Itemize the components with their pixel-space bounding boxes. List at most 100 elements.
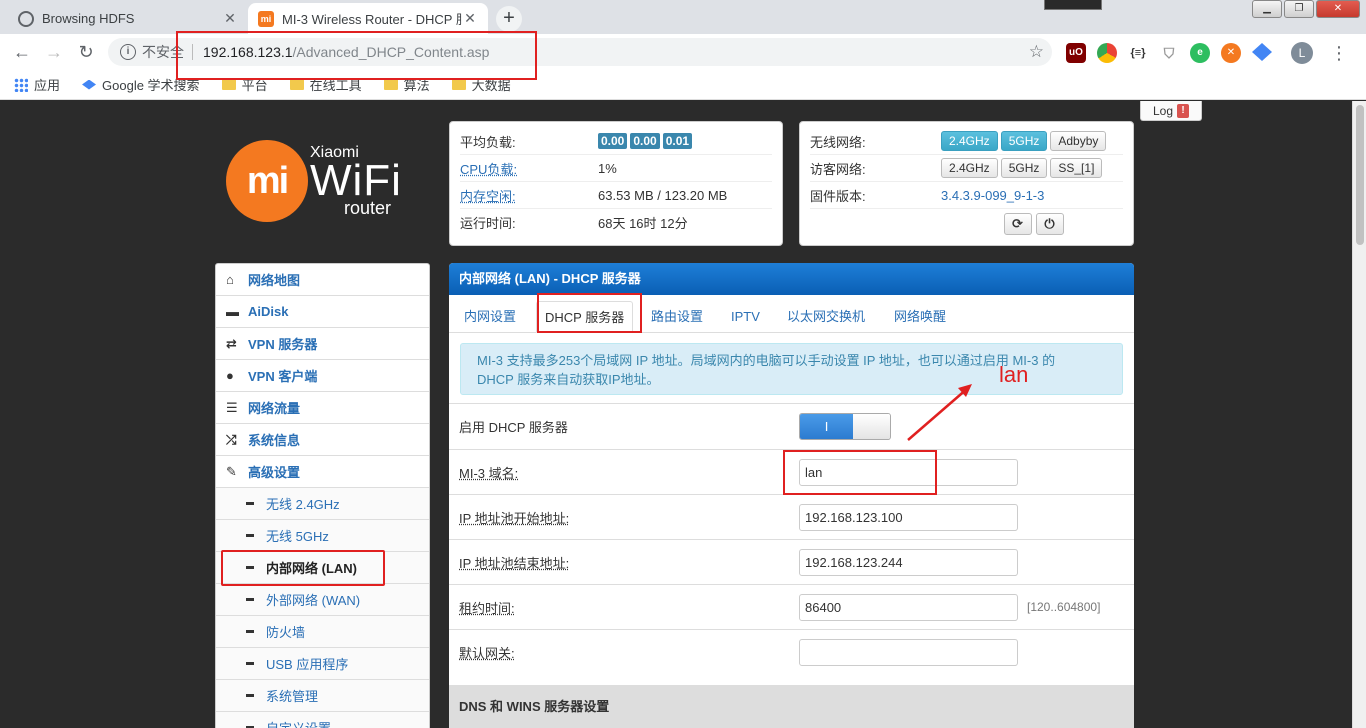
sidebar-item-label: VPN 服务器	[248, 337, 318, 352]
guest-5-button[interactable]: 5GHz	[1000, 158, 1048, 178]
back-icon[interactable]: ←	[10, 40, 34, 64]
pool-end-label-text: IP 地址池结束地址:	[459, 555, 570, 571]
page-scrollbar[interactable]	[1352, 101, 1366, 728]
firmware-row: 固件版本: 3.4.3.9-099_9-1-3	[810, 182, 1123, 209]
load-row: 平均负载: 0.00 0.00 0.01	[460, 128, 772, 155]
dns-wins-section-header: DNS 和 WINS 服务器设置	[449, 685, 1134, 728]
sidebar-item-label: VPN 客户端	[248, 369, 318, 384]
wrench-icon: ✎	[226, 463, 237, 479]
sidebar-item-label: 网络流量	[248, 401, 301, 416]
tab-lan-settings[interactable]: 内网设置	[460, 301, 520, 333]
sidebar-item-vpn-server[interactable]: ⇄ VPN 服务器	[216, 328, 429, 360]
sidebar-item-network-map[interactable]: ⌂ 网络地图	[216, 264, 429, 296]
info-icon[interactable]: i	[120, 44, 136, 60]
sidebar-item-advanced[interactable]: ✎ 高级设置	[216, 456, 429, 488]
tab-routing[interactable]: 路由设置	[647, 301, 707, 333]
logo-subtitle: router	[344, 198, 392, 218]
enable-dhcp-toggle[interactable]: I	[799, 412, 891, 440]
guest-24-button[interactable]: 2.4GHz	[941, 158, 998, 178]
extension-icons: uO {≡} ⛉ e ✕ L ⋮	[1066, 42, 1348, 64]
avatar[interactable]: L	[1291, 42, 1313, 64]
sidebar-sub-wifi24[interactable]: 无线 2.4GHz	[216, 488, 429, 520]
dash-icon	[246, 630, 254, 633]
sidebar-item-label: 系统信息	[248, 433, 301, 448]
sidebar-sub-wan[interactable]: 外部网络 (WAN)	[216, 584, 429, 616]
window-controls: ▁ ❐ ✕	[1252, 0, 1360, 18]
sidebar-item-system-info[interactable]: ⤮ 系统信息	[216, 424, 429, 456]
ss-button[interactable]: SS_[1]	[1050, 158, 1103, 178]
log-button[interactable]: Log !	[1140, 101, 1202, 121]
sidebar-item-label: 网络地图	[248, 273, 301, 288]
minimize-icon[interactable]: ▁	[1252, 0, 1282, 18]
sidebar-item-label: AiDisk	[248, 304, 289, 319]
maximize-icon[interactable]: ❐	[1284, 0, 1314, 18]
forward-icon[interactable]: →	[42, 40, 66, 64]
scrollbar-thumb[interactable]	[1356, 105, 1364, 245]
adbyby-button[interactable]: Adbyby	[1050, 131, 1107, 151]
pool-start-row: IP 地址池开始地址:	[449, 494, 1134, 539]
pool-end-label: IP 地址池结束地址:	[449, 553, 799, 572]
close-tab-icon[interactable]: ✕	[222, 10, 238, 27]
tab-wake-on-lan[interactable]: 网络唤醒	[890, 301, 950, 333]
json-icon[interactable]: {≡}	[1128, 43, 1148, 63]
annotation-arrow-icon	[907, 384, 972, 441]
pool-end-input[interactable]	[799, 548, 1018, 576]
gateway-input[interactable]	[799, 638, 1018, 666]
bookmark-apps[interactable]: 应用	[14, 75, 60, 94]
random-icon: ⤮	[226, 431, 237, 447]
chrome-ext-icon[interactable]	[1097, 43, 1117, 63]
sidebar-item-traffic[interactable]: ☰ 网络流量	[216, 392, 429, 424]
sidebar-sub-firewall[interactable]: 防火墙	[216, 616, 429, 648]
memory-link[interactable]: 内存空闲:	[460, 186, 598, 205]
orange-ext-icon[interactable]: ✕	[1221, 43, 1241, 63]
memory-value: 63.53 MB / 123.20 MB	[598, 187, 728, 203]
mi-favicon-icon: mi	[258, 10, 274, 27]
sidebar-item-vpn-client[interactable]: ● VPN 客户端	[216, 360, 429, 392]
dash-icon	[246, 598, 254, 601]
sidebar-sub-custom[interactable]: 自定义设置	[216, 712, 429, 728]
retweet-icon: ⇄	[226, 335, 237, 351]
menu-kebab-icon[interactable]: ⋮	[1330, 43, 1348, 64]
mi-logo-mark: mi	[226, 140, 308, 222]
tab-router[interactable]: mi MI-3 Wireless Router - DHCP 服 ✕	[248, 3, 488, 34]
gateway-label: 默认网关:	[449, 643, 799, 662]
wifi-24-button[interactable]: 2.4GHz	[941, 131, 998, 151]
annotation-label: lan	[999, 362, 1029, 387]
cpu-value: 1%	[598, 160, 617, 176]
shield-icon[interactable]: ⛉	[1159, 43, 1179, 63]
tab-ethernet-switch[interactable]: 以太网交换机	[783, 301, 869, 333]
sidebar-item-aidisk[interactable]: ▬ AiDisk	[216, 296, 429, 328]
domain-label-text: MI-3 域名:	[459, 465, 519, 481]
wifi-5-button[interactable]: 5GHz	[1000, 131, 1048, 151]
lease-input[interactable]	[799, 593, 1018, 621]
folder-icon	[383, 79, 398, 90]
gateway-label-text: 默认网关:	[459, 645, 515, 661]
pool-end-row: IP 地址池结束地址:	[449, 539, 1134, 584]
tab-title: MI-3 Wireless Router - DHCP 服	[282, 12, 462, 27]
guest-row: 访客网络: 2.4GHz 5GHz SS_[1]	[810, 155, 1123, 182]
bookmark-star-icon[interactable]: ☆	[1029, 42, 1044, 62]
uptime-row: 运行时间: 68天 16时 12分	[460, 209, 772, 236]
scholar-ext-icon[interactable]	[1252, 43, 1272, 61]
tab-iptv[interactable]: IPTV	[727, 301, 764, 333]
lease-label-text: 租约时间:	[459, 600, 515, 616]
sidebar-sub-admin[interactable]: 系统管理	[216, 680, 429, 712]
pool-start-input[interactable]	[799, 503, 1018, 531]
sidebar-sub-wifi5[interactable]: 无线 5GHz	[216, 520, 429, 552]
reload-icon[interactable]: ↻	[74, 40, 98, 64]
tab-browsing-hdfs[interactable]: Browsing HDFS ✕	[8, 3, 248, 34]
close-window-icon[interactable]: ✕	[1316, 0, 1360, 18]
evernote-icon[interactable]: e	[1190, 43, 1210, 63]
firmware-value[interactable]: 3.4.3.9-099_9-1-3	[941, 188, 1044, 203]
new-tab-button[interactable]: +	[496, 6, 522, 32]
bookmark-label: 应用	[34, 78, 61, 93]
reboot-icon[interactable]: ⟳	[1003, 213, 1032, 235]
power-icon[interactable]: ⏻	[1035, 213, 1064, 235]
cpu-link[interactable]: CPU负载:	[460, 159, 598, 178]
close-tab-icon[interactable]: ✕	[462, 10, 478, 27]
cpu-row: CPU负载: 1%	[460, 155, 772, 182]
ublock-icon[interactable]: uO	[1066, 43, 1086, 63]
lease-label: 租约时间:	[449, 598, 799, 617]
lease-range-hint: [120..604800]	[1027, 600, 1101, 614]
sidebar-sub-usb[interactable]: USB 应用程序	[216, 648, 429, 680]
